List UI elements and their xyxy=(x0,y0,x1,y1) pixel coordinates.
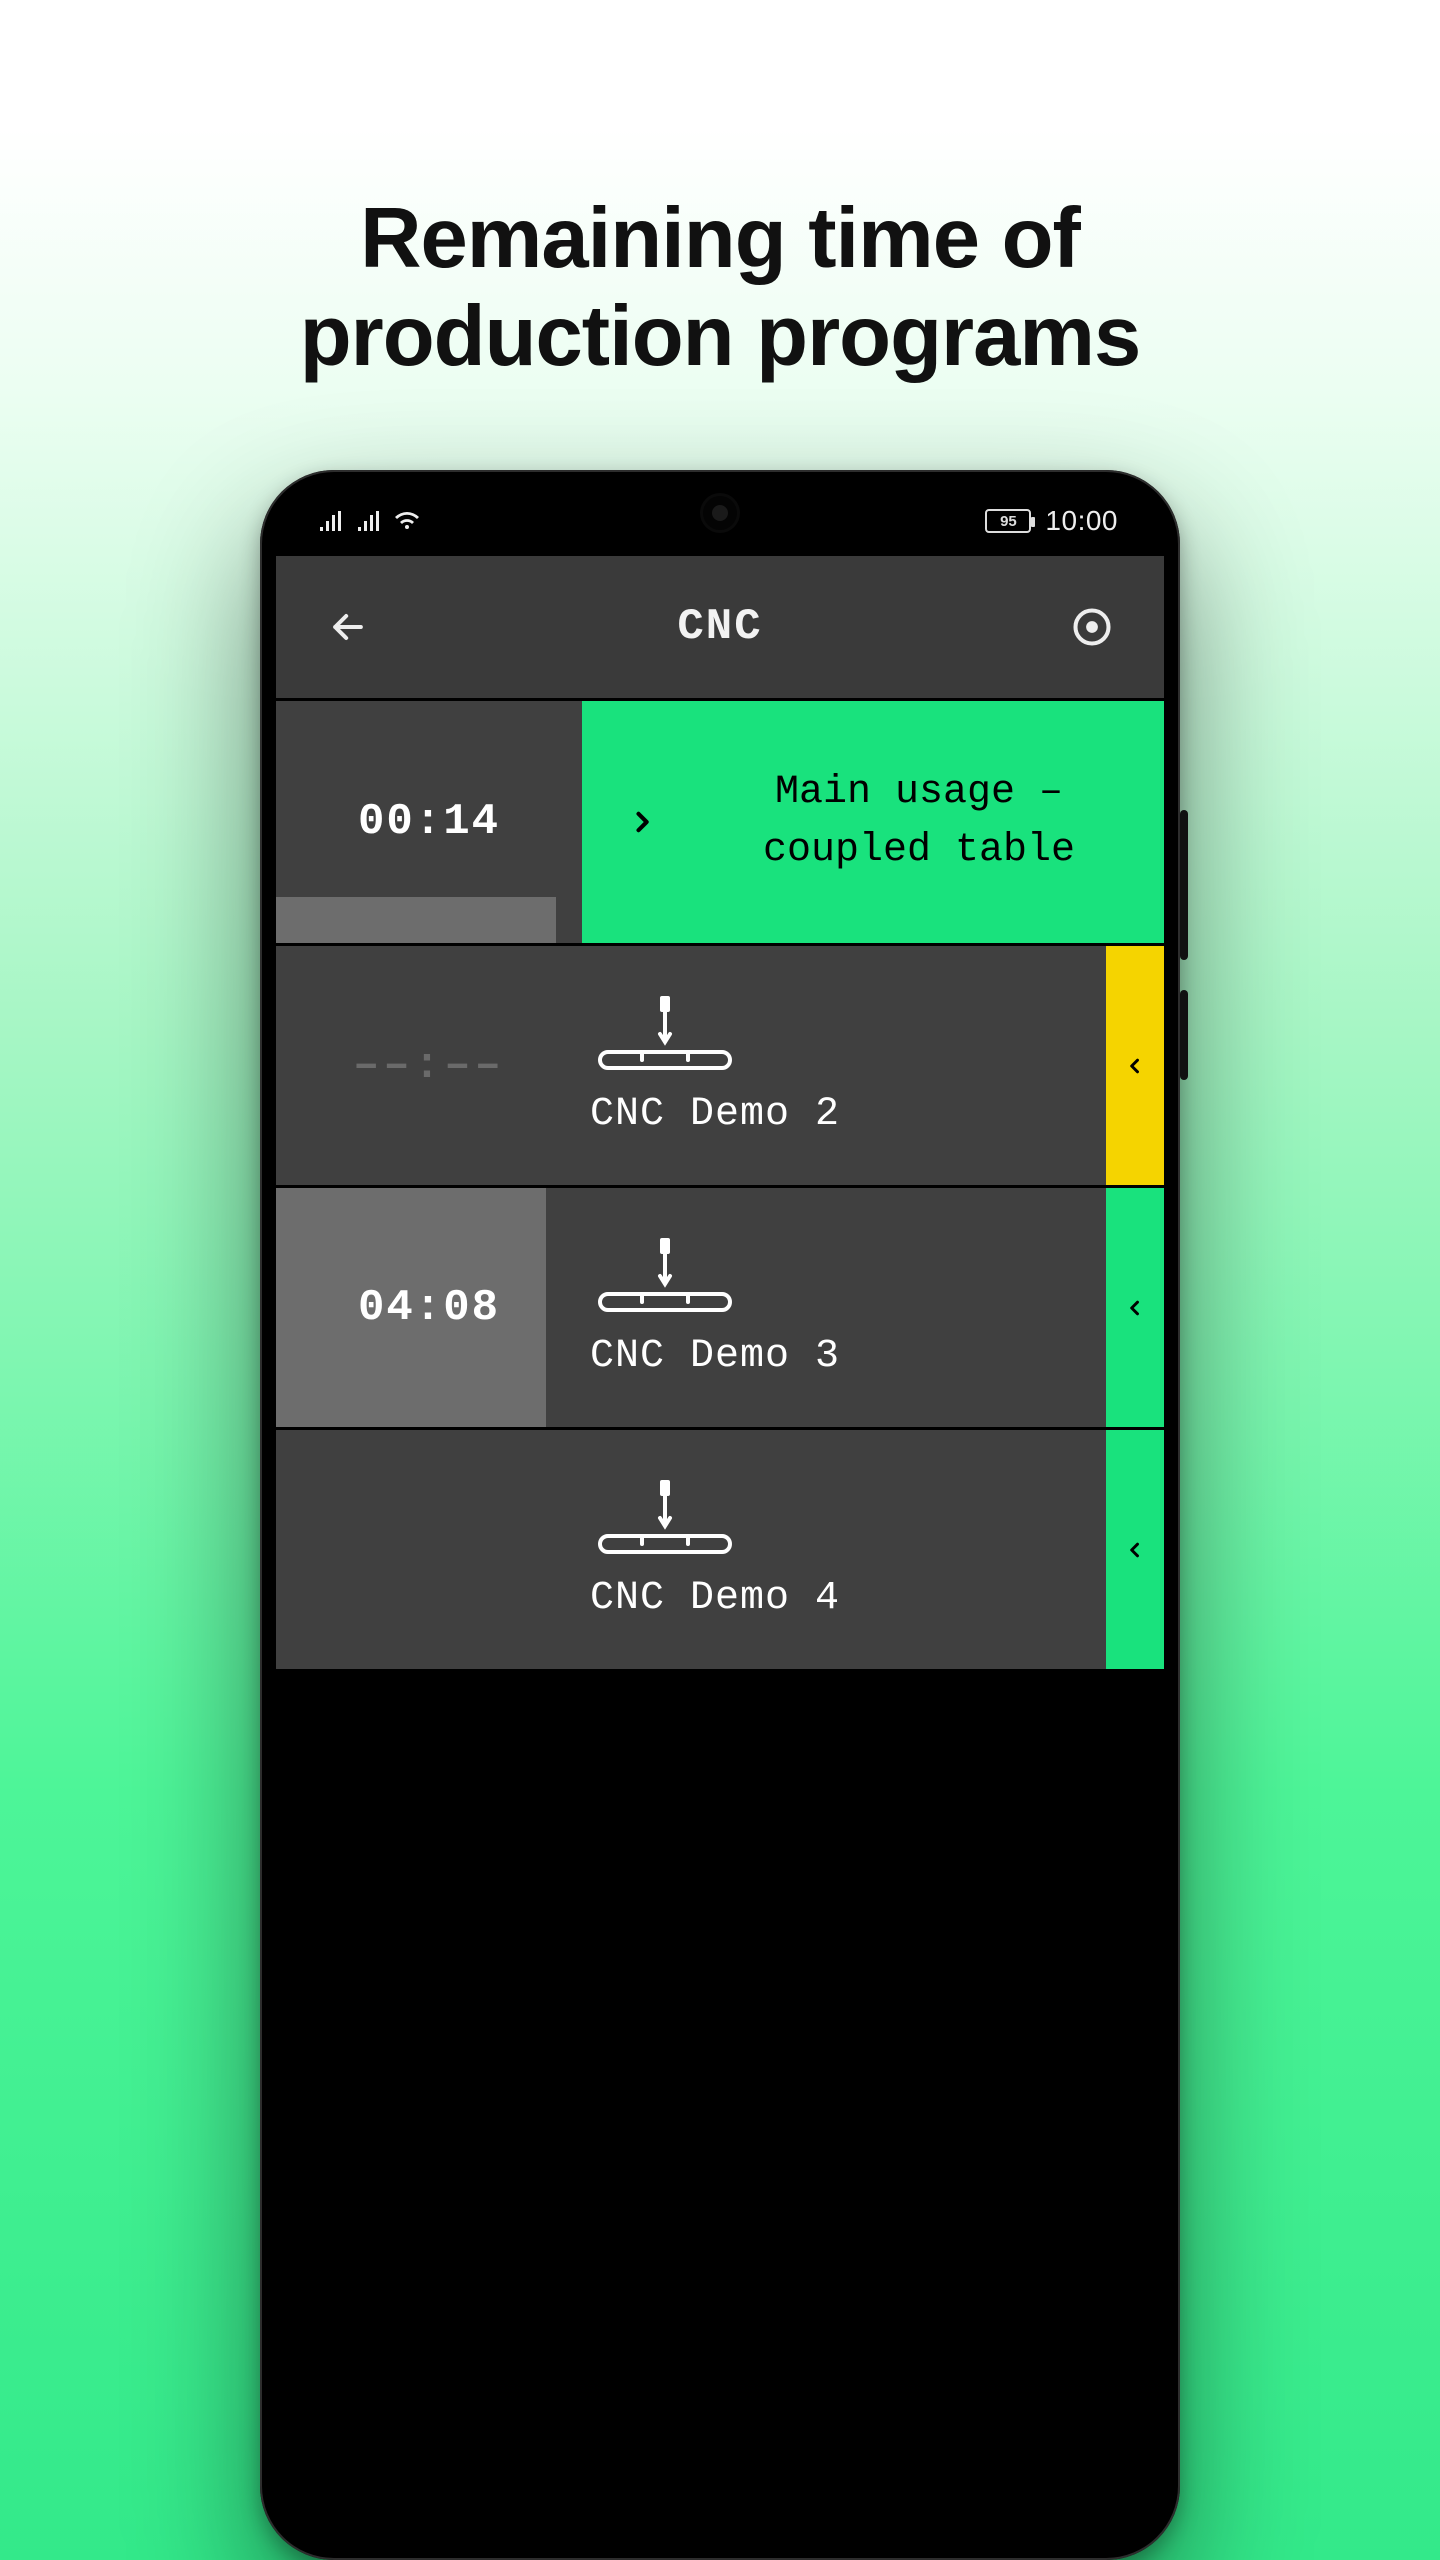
program-label: CNC Demo 4 xyxy=(590,1576,840,1621)
signal-icon xyxy=(318,511,342,531)
target-icon xyxy=(1070,605,1114,649)
cnc-tool-icon xyxy=(590,1236,740,1314)
program-label: Main usage – coupled table xyxy=(702,764,1164,880)
app-header: CNC xyxy=(276,556,1164,698)
program-list: 00:14 Main usage – coupled table xyxy=(276,701,1164,2544)
time-remaining: ––:–– xyxy=(353,1041,505,1091)
program-content: CNC Demo 4 xyxy=(582,1430,1106,1669)
chevron-left-icon xyxy=(1125,1534,1145,1566)
collapse-button[interactable] xyxy=(582,800,702,844)
expand-tab[interactable] xyxy=(1106,1188,1164,1427)
app-title: CNC xyxy=(677,602,762,652)
back-button[interactable] xyxy=(316,595,380,659)
program-row[interactable]: ––:–– xyxy=(276,943,1164,1185)
time-cell xyxy=(276,1430,582,1669)
time-cell: 00:14 xyxy=(276,701,582,943)
status-clock: 10:00 xyxy=(1045,505,1118,537)
program-row[interactable]: CNC Demo 4 xyxy=(276,1427,1164,1669)
progress-bar xyxy=(276,897,556,943)
page-title-line1: Remaining time of xyxy=(360,191,1080,286)
battery-indicator: 95 xyxy=(985,509,1031,533)
program-row[interactable]: 04:08 xyxy=(276,1185,1164,1427)
page-title: Remaining time of production programs xyxy=(0,190,1440,386)
program-row-expanded[interactable]: 00:14 Main usage – coupled table xyxy=(276,701,1164,943)
chevron-right-icon xyxy=(628,800,656,844)
battery-level: 95 xyxy=(1000,513,1017,530)
program-content: Main usage – coupled table xyxy=(582,701,1164,943)
phone-screen: 95 10:00 CNC xyxy=(276,486,1164,2544)
page-title-line2: production programs xyxy=(300,289,1140,384)
cnc-tool-icon xyxy=(590,1478,740,1556)
expand-tab[interactable] xyxy=(1106,1430,1164,1669)
phone-bezel: 95 10:00 CNC xyxy=(270,480,1170,2550)
time-cell: ––:–– xyxy=(276,946,582,1185)
time-remaining: 00:14 xyxy=(358,797,500,847)
time-cell: 04:08 xyxy=(276,1188,582,1427)
wifi-icon xyxy=(394,511,420,531)
chevron-left-icon xyxy=(1125,1292,1145,1324)
camera-punch-hole xyxy=(703,496,737,530)
signal-icon-2 xyxy=(356,511,380,531)
arrow-left-icon xyxy=(326,605,370,649)
chevron-left-icon xyxy=(1125,1050,1145,1082)
record-button[interactable] xyxy=(1060,595,1124,659)
phone-mockup: 95 10:00 CNC xyxy=(260,470,1180,2560)
expand-tab[interactable] xyxy=(1106,946,1164,1185)
cnc-tool-icon xyxy=(590,994,740,1072)
program-content: CNC Demo 3 xyxy=(582,1188,1106,1427)
program-label: CNC Demo 3 xyxy=(590,1334,840,1379)
program-content: CNC Demo 2 xyxy=(582,946,1106,1185)
time-remaining: 04:08 xyxy=(358,1283,500,1333)
program-label: CNC Demo 2 xyxy=(590,1092,840,1137)
